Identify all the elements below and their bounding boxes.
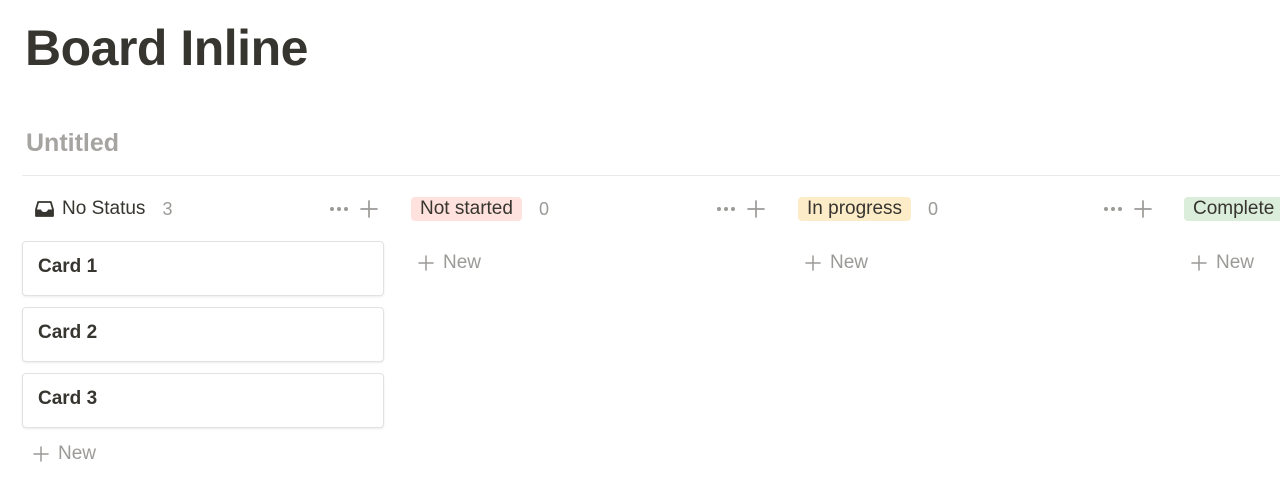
column-cards: New bbox=[409, 249, 773, 277]
board-column-not-started: Not started 0 New bbox=[409, 192, 773, 277]
board-column-no-status: No Status 3 Card 1 Card 2 Card 3 New bbox=[22, 192, 386, 468]
more-icon[interactable] bbox=[328, 198, 350, 220]
column-header: Not started 0 bbox=[409, 192, 773, 226]
board-card[interactable]: Card 2 bbox=[22, 307, 384, 362]
new-card-button[interactable]: New bbox=[22, 440, 386, 468]
new-card-label: New bbox=[58, 443, 97, 464]
plus-icon[interactable] bbox=[358, 198, 380, 220]
column-header: In progress 0 bbox=[796, 192, 1160, 226]
status-pill: Complete bbox=[1184, 197, 1280, 221]
card-title: Card 2 bbox=[38, 322, 98, 343]
new-card-button[interactable]: New bbox=[1182, 249, 1280, 277]
column-actions bbox=[328, 197, 380, 221]
column-count: 0 bbox=[928, 199, 939, 219]
board-card[interactable]: Card 3 bbox=[22, 373, 384, 428]
inbox-icon bbox=[34, 199, 54, 219]
plus-icon[interactable] bbox=[1132, 198, 1154, 220]
board-column-complete: Complete New bbox=[1182, 192, 1280, 277]
plus-icon bbox=[804, 254, 822, 272]
more-icon[interactable] bbox=[1102, 198, 1124, 220]
plus-icon bbox=[1190, 254, 1208, 272]
column-actions bbox=[1102, 197, 1154, 221]
status-pill: Not started bbox=[411, 197, 522, 221]
card-title: Card 1 bbox=[38, 256, 98, 277]
column-cards: Card 1 Card 2 Card 3 New bbox=[22, 241, 386, 468]
board: No Status 3 Card 1 Card 2 Card 3 New Not… bbox=[0, 0, 1280, 493]
column-cards: New bbox=[1182, 249, 1280, 277]
column-header: No Status 3 bbox=[22, 192, 386, 226]
column-group-label[interactable]: In progress 0 bbox=[796, 197, 938, 221]
plus-icon bbox=[417, 254, 435, 272]
column-group-label[interactable]: No Status 3 bbox=[22, 197, 172, 221]
column-header: Complete bbox=[1182, 192, 1280, 226]
column-actions bbox=[715, 197, 767, 221]
plus-icon[interactable] bbox=[745, 198, 767, 220]
column-group-label[interactable]: Not started 0 bbox=[409, 197, 549, 221]
board-card[interactable]: Card 1 bbox=[22, 241, 384, 296]
board-column-in-progress: In progress 0 New bbox=[796, 192, 1160, 277]
column-count: 0 bbox=[538, 199, 549, 219]
new-card-label: New bbox=[830, 252, 869, 273]
new-card-button[interactable]: New bbox=[409, 249, 773, 277]
new-card-label: New bbox=[443, 252, 482, 273]
column-name: No Status bbox=[62, 198, 146, 219]
column-cards: New bbox=[796, 249, 1160, 277]
card-title: Card 3 bbox=[38, 388, 98, 409]
status-pill: In progress bbox=[798, 197, 912, 221]
new-card-label: New bbox=[1216, 252, 1255, 273]
column-count: 3 bbox=[162, 199, 173, 219]
more-icon[interactable] bbox=[715, 198, 737, 220]
plus-icon bbox=[32, 445, 50, 463]
column-group-label[interactable]: Complete bbox=[1182, 197, 1280, 221]
new-card-button[interactable]: New bbox=[796, 249, 1160, 277]
